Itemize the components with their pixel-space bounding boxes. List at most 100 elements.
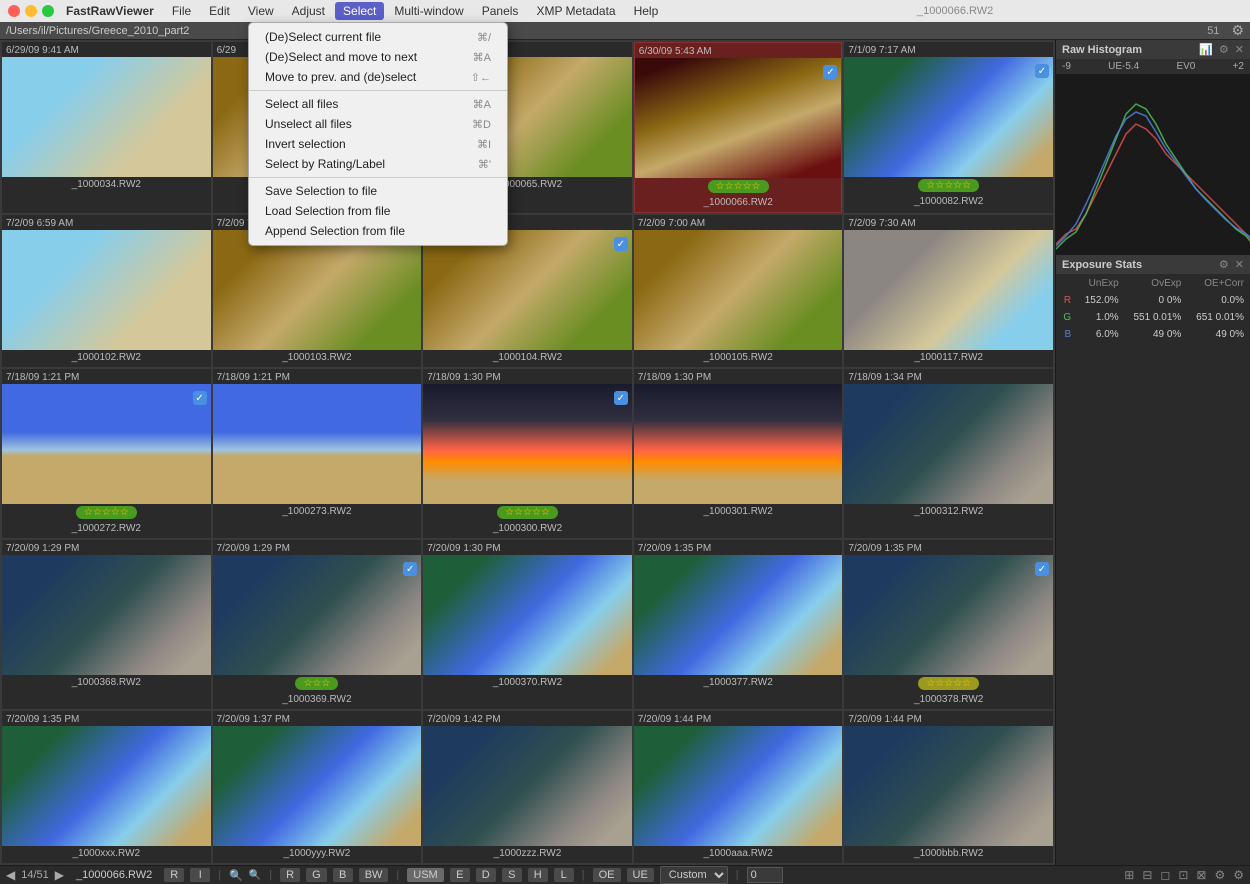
thumb-filename: _1000xxx.RW2	[2, 846, 211, 863]
zoom-out-icon[interactable]: 🔍	[229, 869, 243, 882]
menu-save-selection[interactable]: Save Selection to file	[249, 181, 507, 201]
menu-deselect-current[interactable]: (De)Select current file ⌘/	[249, 27, 507, 47]
btn-L[interactable]: L	[554, 868, 574, 882]
grid-4-icon[interactable]: ⊞	[1124, 868, 1134, 882]
thumb-filename: _1000034.RW2	[2, 177, 211, 194]
exposure-gear-icon[interactable]: ⚙	[1219, 258, 1229, 271]
btn-i[interactable]: I	[190, 868, 210, 882]
btn-UE[interactable]: UE	[627, 868, 654, 882]
thumbnail-cell-19[interactable]: 7/20/09 1:35 PM_1000377.RW2	[634, 540, 843, 709]
exposure-close-icon[interactable]: ✕	[1235, 258, 1244, 271]
thumbnail-cell-24[interactable]: 7/20/09 1:44 PM_1000aaa.RW2	[634, 711, 843, 863]
menu-load-selection[interactable]: Load Selection from file	[249, 201, 507, 221]
thumbnail-cell-1[interactable]: 6/29/09 9:41 AM_1000034.RW2	[2, 42, 211, 213]
menu-deselect-move-next[interactable]: (De)Select and move to next ⌘A	[249, 47, 507, 67]
thumb-checkbox[interactable]: ✓	[614, 391, 628, 405]
btn-G-channel[interactable]: G	[306, 868, 327, 882]
minimize-button[interactable]	[25, 5, 37, 17]
thumb-filename: _1000378.RW2	[844, 692, 1053, 709]
thumbnail-cell-13[interactable]: 7/18/09 1:30 PM✓☆☆☆☆☆_1000300.RW2	[423, 369, 632, 538]
thumbnail-cell-25[interactable]: 7/20/09 1:44 PM_1000bbb.RW2	[844, 711, 1053, 863]
close-button[interactable]	[8, 5, 20, 17]
thumbnail-cell-9[interactable]: 7/2/09 7:00 AM_1000105.RW2	[634, 215, 843, 367]
menu-file[interactable]: File	[164, 2, 199, 20]
thumbnail-cell-23[interactable]: 7/20/09 1:42 PM_1000zzz.RW2	[423, 711, 632, 863]
btn-D[interactable]: D	[476, 868, 496, 882]
menu-adjust[interactable]: Adjust	[284, 2, 333, 20]
thumbnail-cell-22[interactable]: 7/20/09 1:37 PM_1000yyy.RW2	[213, 711, 422, 863]
exposure-section: Exposure Stats ⚙ ✕ UnExp OvExp OE+Corr	[1056, 255, 1250, 865]
fullscreen-icon[interactable]: ⊡	[1178, 868, 1188, 882]
thumbnail-cell-12[interactable]: 7/18/09 1:21 PM_1000273.RW2	[213, 369, 422, 538]
settings-icon[interactable]: ⚙	[1214, 868, 1225, 882]
thumb-checkbox[interactable]: ✓	[823, 65, 837, 79]
thumbnail-cell-14[interactable]: 7/18/09 1:30 PM_1000301.RW2	[634, 369, 843, 538]
thumbnail-cell-5[interactable]: 7/1/09 7:17 AM✓☆☆☆☆☆_1000082.RW2	[844, 42, 1053, 213]
btn-USM[interactable]: USM	[407, 868, 443, 882]
thumbnail-cell-4[interactable]: 6/30/09 5:43 AM✓☆☆☆☆☆_1000066.RW2	[634, 42, 843, 213]
grid-2-icon[interactable]: ⊟	[1142, 868, 1152, 882]
number-input[interactable]	[747, 867, 783, 883]
btn-H[interactable]: H	[528, 868, 548, 882]
thumb-checkbox[interactable]: ✓	[1035, 64, 1049, 78]
current-filename: _1000066.RW2	[76, 869, 152, 881]
menu-help[interactable]: Help	[626, 2, 667, 20]
thumb-checkbox[interactable]: ✓	[614, 237, 628, 251]
info-icon[interactable]: ⚙	[1233, 868, 1244, 882]
histogram-svg	[1056, 74, 1250, 254]
thumbnail-cell-17[interactable]: 7/20/09 1:29 PM✓☆☆☆_1000369.RW2	[213, 540, 422, 709]
thumb-filename: _1000272.RW2	[2, 521, 211, 538]
btn-B-channel[interactable]: B	[333, 868, 353, 882]
thumb-timestamp: 7/20/09 1:44 PM	[634, 711, 843, 726]
btn-OE[interactable]: OE	[593, 868, 621, 882]
zoom-in-icon[interactable]: 🔍	[249, 870, 261, 881]
btn-S[interactable]: S	[502, 868, 522, 882]
histogram-chart-icon[interactable]: 📊	[1199, 43, 1213, 56]
menu-xmp[interactable]: XMP Metadata	[528, 2, 623, 20]
maximize-button[interactable]	[42, 5, 54, 17]
menu-multiwindow[interactable]: Multi-window	[386, 2, 471, 20]
menu-select[interactable]: Select	[335, 2, 384, 20]
thumb-checkbox[interactable]: ✓	[403, 562, 417, 576]
thumbnail-cell-16[interactable]: 7/20/09 1:29 PM_1000368.RW2	[2, 540, 211, 709]
menu-invert-selection[interactable]: Invert selection ⌘I	[249, 134, 507, 154]
thumbnail-cell-15[interactable]: 7/18/09 1:34 PM_1000312.RW2	[844, 369, 1053, 538]
separator-3: |	[396, 869, 399, 881]
single-view-icon[interactable]: ◻	[1160, 868, 1170, 882]
thumbnail-cell-6[interactable]: 7/2/09 6:59 AM_1000102.RW2	[2, 215, 211, 367]
thumb-image	[844, 384, 1053, 504]
histogram-close-icon[interactable]: ✕	[1235, 43, 1244, 56]
compare-icon[interactable]: ⊠	[1196, 868, 1206, 882]
thumbnail-cell-20[interactable]: 7/20/09 1:35 PM✓☆☆☆☆☆_1000378.RW2	[844, 540, 1053, 709]
histogram-gear-icon[interactable]: ⚙	[1219, 43, 1229, 56]
right-panel: Raw Histogram 📊 ⚙ ✕ -9 UE-5.4 EV0 +2	[1055, 40, 1250, 865]
menu-move-prev-deselect[interactable]: Move to prev. and (de)select ⇧←	[249, 67, 507, 87]
btn-r[interactable]: R	[164, 868, 184, 882]
custom-dropdown[interactable]: Custom	[660, 866, 728, 884]
toolbar-gear-icon[interactable]: ⚙	[1231, 22, 1244, 39]
thumb-checkbox[interactable]: ✓	[193, 391, 207, 405]
thumbnail-cell-21[interactable]: 7/20/09 1:35 PM_1000xxx.RW2	[2, 711, 211, 863]
thumbnail-cell-18[interactable]: 7/20/09 1:30 PM_1000370.RW2	[423, 540, 632, 709]
menu-view[interactable]: View	[240, 2, 282, 20]
thumb-timestamp: 7/2/09 7:30 AM	[844, 215, 1053, 230]
menu-append-selection[interactable]: Append Selection from file	[249, 221, 507, 241]
btn-BW[interactable]: BW	[359, 868, 389, 882]
thumb-filename: _1000103.RW2	[213, 350, 422, 367]
prev-button[interactable]: ◀	[6, 868, 15, 882]
menu-select-by-rating[interactable]: Select by Rating/Label ⌘'	[249, 154, 507, 174]
thumbnail-area[interactable]: 6/29/09 9:41 AM_1000034.RW26/29_1000035.…	[0, 40, 1055, 865]
btn-R-channel[interactable]: R	[280, 868, 300, 882]
next-button[interactable]: ▶	[55, 868, 64, 882]
btn-E[interactable]: E	[450, 868, 470, 882]
thumbnail-cell-11[interactable]: 7/18/09 1:21 PM✓☆☆☆☆☆_1000272.RW2	[2, 369, 211, 538]
thumb-filename: _1000377.RW2	[634, 675, 843, 692]
thumb-timestamp: 7/18/09 1:21 PM	[2, 369, 211, 384]
menu-select-all[interactable]: Select all files ⌘A	[249, 94, 507, 114]
thumb-image	[423, 384, 632, 504]
menu-edit[interactable]: Edit	[201, 2, 238, 20]
menu-unselect-all[interactable]: Unselect all files ⌘D	[249, 114, 507, 134]
thumb-checkbox[interactable]: ✓	[1035, 562, 1049, 576]
menu-panels[interactable]: Panels	[474, 2, 527, 20]
thumbnail-cell-10[interactable]: 7/2/09 7:30 AM_1000117.RW2	[844, 215, 1053, 367]
